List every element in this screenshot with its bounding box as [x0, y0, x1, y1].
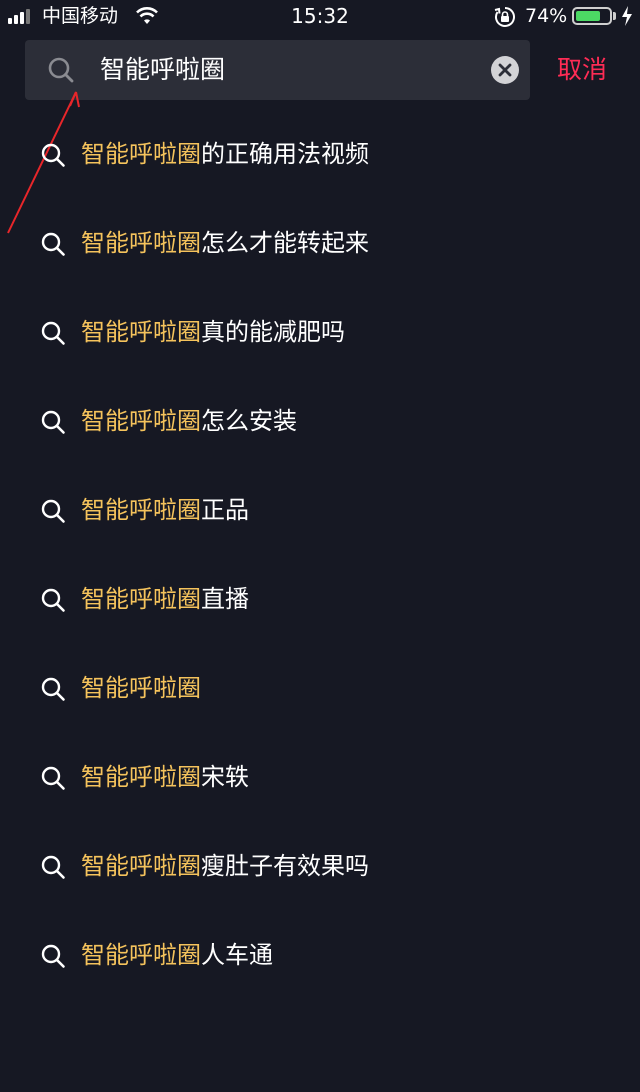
suggestion-highlight: 智能呼啦圈 — [81, 852, 201, 880]
search-icon — [41, 944, 65, 968]
status-bar: 中国移动 15:32 74% — [0, 0, 640, 34]
suggestion-text: 怎么才能转起来 — [201, 229, 369, 257]
search-icon — [41, 766, 65, 790]
search-icon — [41, 588, 65, 612]
suggestion-highlight: 智能呼啦圈 — [81, 941, 201, 969]
battery-percentage: 74% — [525, 5, 568, 27]
suggestion-text: 人车通 — [201, 941, 273, 969]
search-bar[interactable]: 智能呼啦圈 — [25, 40, 530, 100]
battery-icon — [572, 7, 612, 25]
suggestion-item[interactable]: 智能呼啦圈怎么安装 — [0, 377, 640, 466]
suggestion-item[interactable]: 智能呼啦圈真的能减肥吗 — [0, 288, 640, 377]
suggestion-highlight: 智能呼啦圈 — [81, 496, 201, 524]
battery-level-fill — [576, 11, 600, 21]
suggestion-text: 怎么安装 — [201, 407, 297, 435]
suggestion-highlight: 智能呼啦圈 — [81, 674, 201, 702]
suggestion-item[interactable]: 智能呼啦圈怎么才能转起来 — [0, 199, 640, 288]
suggestion-item[interactable]: 智能呼啦圈直播 — [0, 555, 640, 644]
search-icon — [41, 410, 65, 434]
search-icon — [41, 855, 65, 879]
suggestion-highlight: 智能呼啦圈 — [81, 140, 201, 168]
suggestion-text: 瘦肚子有效果吗 — [201, 852, 369, 880]
charging-bolt-icon — [622, 6, 632, 26]
suggestion-text: 直播 — [201, 585, 249, 613]
suggestion-text: 正品 — [201, 496, 249, 524]
suggestion-highlight: 智能呼啦圈 — [81, 585, 201, 613]
suggestion-list: 智能呼啦圈的正确用法视频 智能呼啦圈怎么才能转起来 智能呼啦圈真的能减肥吗 智能… — [0, 110, 640, 1000]
search-input[interactable]: 智能呼啦圈 — [100, 55, 225, 85]
suggestion-item[interactable]: 智能呼啦圈正品 — [0, 466, 640, 555]
suggestion-highlight: 智能呼啦圈 — [81, 229, 201, 257]
close-icon — [498, 63, 512, 77]
suggestion-text: 真的能减肥吗 — [201, 318, 345, 346]
search-icon — [41, 232, 65, 256]
search-icon — [41, 321, 65, 345]
suggestion-item[interactable]: 智能呼啦圈瘦肚子有效果吗 — [0, 822, 640, 911]
suggestion-highlight: 智能呼啦圈 — [81, 407, 201, 435]
suggestion-highlight: 智能呼啦圈 — [81, 763, 201, 791]
suggestion-text: 宋轶 — [201, 763, 249, 791]
suggestion-text: 的正确用法视频 — [201, 140, 369, 168]
suggestion-item[interactable]: 智能呼啦圈宋轶 — [0, 733, 640, 822]
search-icon — [41, 499, 65, 523]
suggestion-item[interactable]: 智能呼啦圈的正确用法视频 — [0, 110, 640, 199]
clear-search-button[interactable] — [491, 56, 519, 84]
cancel-button[interactable]: 取消 — [557, 55, 607, 85]
search-icon — [41, 143, 65, 167]
suggestion-item[interactable]: 智能呼啦圈 — [0, 644, 640, 733]
search-icon — [41, 677, 65, 701]
rotation-lock-icon — [494, 7, 515, 27]
battery-cap — [613, 12, 616, 20]
suggestion-item[interactable]: 智能呼啦圈人车通 — [0, 911, 640, 1000]
suggestion-highlight: 智能呼啦圈 — [81, 318, 201, 346]
